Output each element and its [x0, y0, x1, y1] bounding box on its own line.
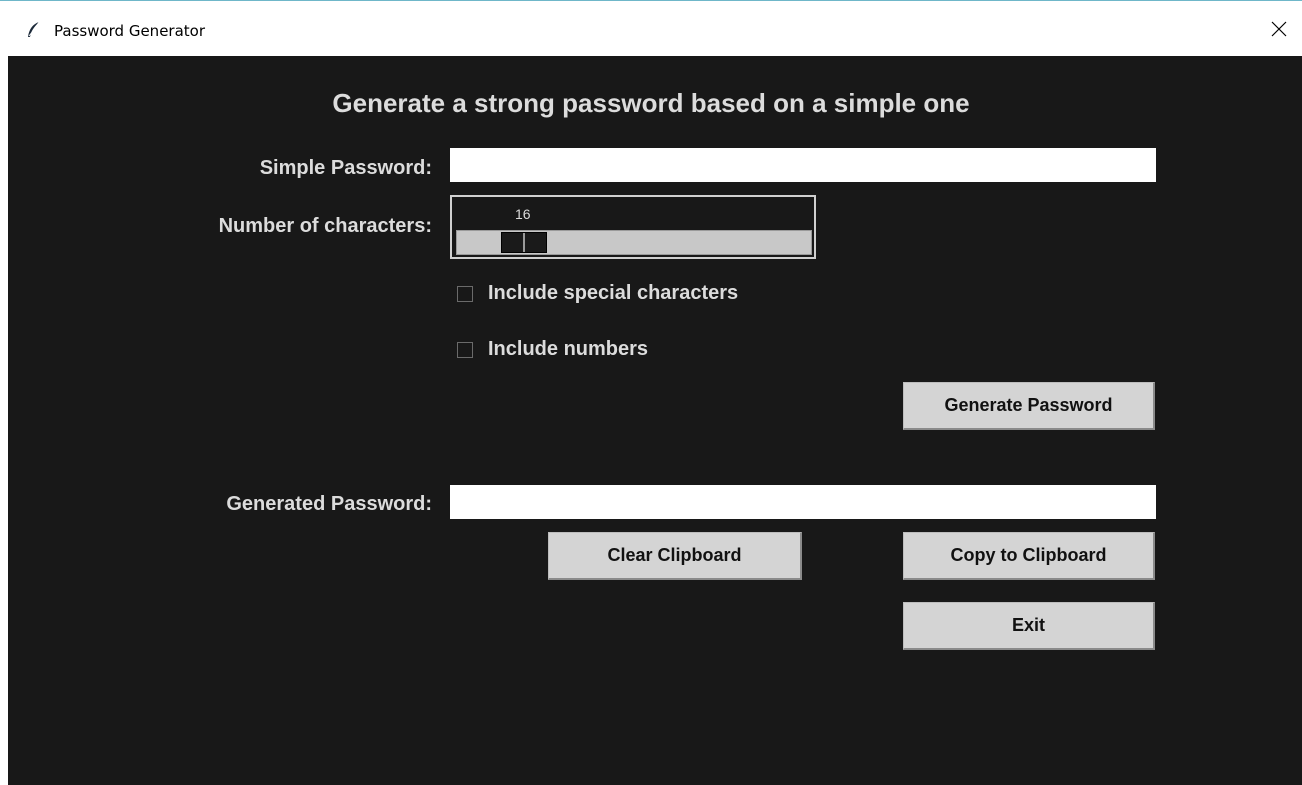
- slider-handle[interactable]: [501, 232, 547, 253]
- numbers-checkbox[interactable]: [457, 341, 473, 358]
- generate-password-button[interactable]: Generate Password: [903, 382, 1155, 430]
- copy-to-clipboard-button[interactable]: Copy to Clipboard: [903, 532, 1155, 580]
- special-characters-checkbox[interactable]: [457, 285, 473, 302]
- close-icon: [1271, 21, 1287, 37]
- special-characters-label: Include special characters: [488, 282, 739, 304]
- slider-value: 16: [515, 206, 531, 222]
- clear-clipboard-button[interactable]: Clear Clipboard: [548, 532, 802, 580]
- exit-button[interactable]: Exit: [903, 602, 1155, 650]
- page-title: Generate a strong password based on a si…: [332, 88, 970, 118]
- generated-password-field[interactable]: [450, 485, 1156, 519]
- slider-trough[interactable]: [456, 230, 812, 255]
- feather-icon: [28, 21, 40, 37]
- numbers-label: Include numbers: [488, 338, 649, 360]
- window-title: Password Generator: [54, 22, 206, 40]
- length-slider[interactable]: 16: [450, 195, 816, 259]
- simple-password-label: Simple Password:: [259, 157, 432, 179]
- title-bar: Password Generator: [0, 0, 1302, 56]
- close-button[interactable]: [1256, 1, 1302, 57]
- number-of-characters-label: Number of characters:: [218, 215, 432, 237]
- numbers-option[interactable]: Include numbers: [457, 338, 648, 361]
- generated-password-label: Generated Password:: [226, 493, 432, 515]
- special-characters-option[interactable]: Include special characters: [457, 282, 738, 305]
- simple-password-input[interactable]: [450, 148, 1156, 182]
